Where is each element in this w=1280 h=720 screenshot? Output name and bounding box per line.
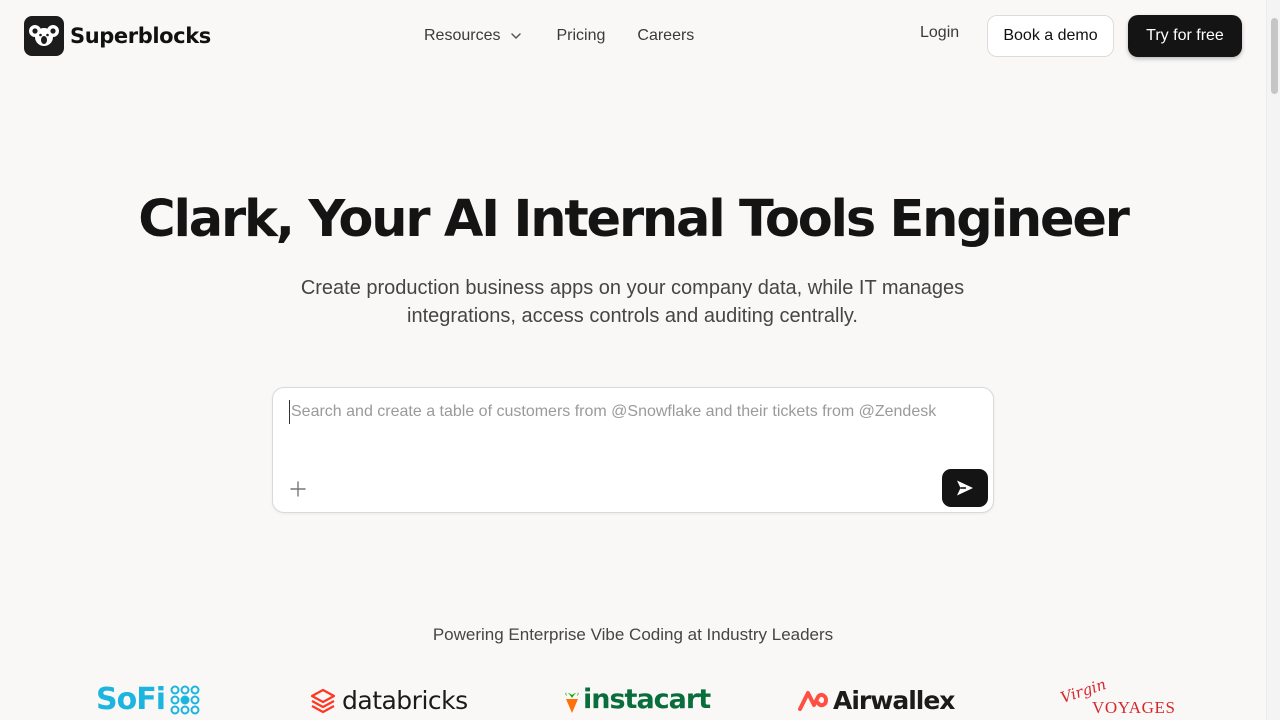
airwallex-logo: Airwallex [797,686,955,715]
virgin-voyages-logo: Virgin VOYAGES [1058,675,1176,717]
brand-logo[interactable]: Superblocks [24,16,211,56]
customer-logos: SoFi databricks instacart Airwallex Virg… [0,675,1266,720]
nav-careers[interactable]: Careers [637,24,694,48]
book-demo-button[interactable]: Book a demo [987,15,1114,57]
carrot-icon [565,692,579,713]
hero-title: Clark, Your AI Internal Tools Engineer [138,190,1130,249]
add-attachment-button[interactable] [287,478,309,500]
instacart-logo: instacart [563,684,711,715]
try-for-free-button[interactable]: Try for free [1128,15,1242,57]
brand-name: Superblocks [70,24,211,48]
customers-heading: Powering Enterprise Vibe Coding at Indus… [432,625,834,644]
airwallex-mark-icon [798,690,828,711]
sofi-logo: SoFi [96,682,201,717]
chevron-down-icon [511,33,522,40]
sofi-dots-icon [170,685,200,714]
main-nav: Resources Pricing Careers [424,24,694,48]
nav-resources-label: Resources [424,27,501,44]
plus-icon [290,481,306,497]
koala-icon [24,16,64,56]
databricks-logo: databricks [310,686,468,715]
hero-subtitle: Create production business apps on your … [300,277,965,327]
site-header: Superblocks Resources Pricing Careers Lo… [0,0,1266,72]
databricks-stack-icon [310,688,336,713]
login-link[interactable]: Login [920,24,959,42]
send-arrow-icon [957,480,973,496]
page-scrollbar[interactable] [1266,0,1280,720]
scrollbar-thumb[interactable] [1271,18,1278,94]
nav-pricing[interactable]: Pricing [556,24,605,48]
prompt-box [272,387,994,513]
nav-resources[interactable]: Resources [424,24,522,48]
prompt-input[interactable] [289,400,979,424]
send-button[interactable] [942,469,988,507]
